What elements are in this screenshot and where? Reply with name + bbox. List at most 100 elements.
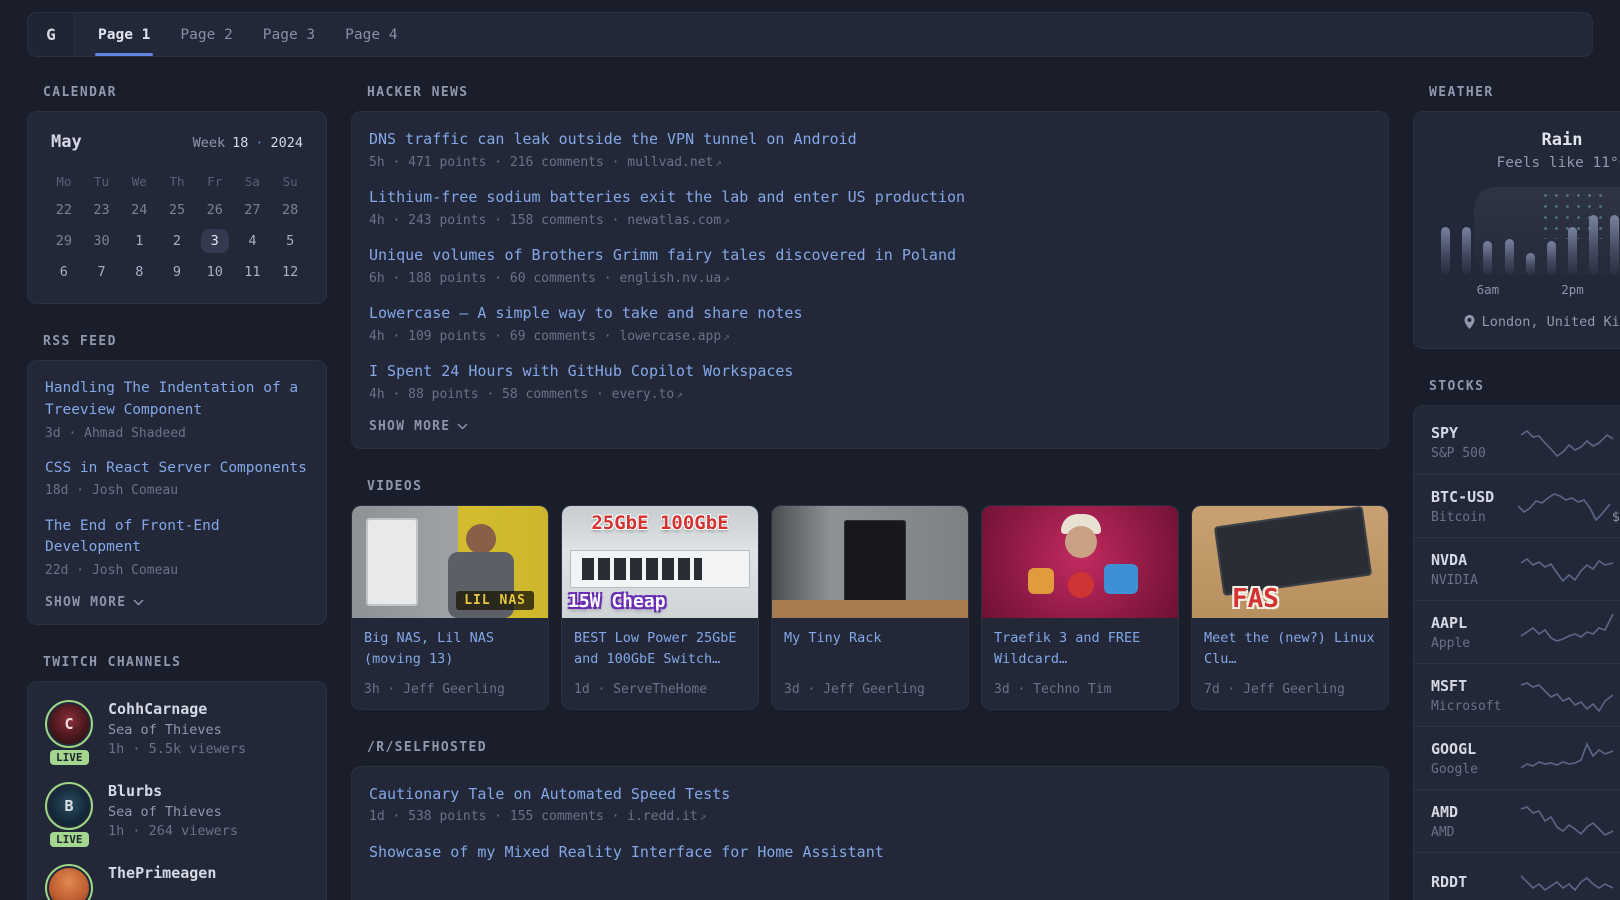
avatar[interactable]: B — [45, 782, 93, 830]
twitch-channel-info: CohhCarnage Sea of Thieves 1h · 5.5k vie… — [108, 700, 246, 757]
video-thumbnail[interactable] — [772, 506, 968, 618]
calendar-day: 28 — [271, 194, 309, 225]
hn-item-meta: 6h · 188 points · 60 comments · english.… — [369, 270, 1371, 288]
video-title-link[interactable]: BEST Low Power 25GbE and 100GbE Switch… — [574, 628, 746, 670]
twitch-channel-link[interactable]: Blurbs — [108, 782, 238, 800]
rss-link[interactable]: CSS in React Server Components — [45, 458, 309, 480]
stock-price: $511.57 — [1615, 446, 1620, 462]
video-thumbnail[interactable]: LIL NAS — [352, 506, 548, 618]
reddit-post-link[interactable]: Showcase of my Mixed Reality Interface f… — [369, 842, 1371, 864]
twitch-channel-link[interactable]: CohhCarnage — [108, 700, 246, 718]
video-title-link[interactable]: Meet the (new?) Linux Clu… — [1204, 628, 1376, 670]
stock-price: $61,725.48 — [1612, 509, 1620, 525]
calendar-grid: Mo Tu We Th Fr Sa Su 22 23 24 25 26 27 2… — [45, 168, 309, 287]
tab-page-3[interactable]: Page 3 — [260, 13, 318, 56]
video-card: LIL NAS Big NAS, Lil NAS (moving 13) 3h … — [351, 505, 549, 710]
weather-location: London, United Kingdom — [1436, 314, 1620, 330]
calendar-day: 10 — [196, 256, 234, 287]
videos-section-label: VIDEOS — [367, 479, 1389, 494]
hn-item: DNS traffic can leak outside the VPN tun… — [369, 129, 1371, 172]
video-thumbnail[interactable] — [982, 506, 1178, 618]
weather-time-label — [1505, 282, 1514, 297]
calendar-day: 12 — [271, 256, 309, 287]
weekday-label: Mo — [45, 168, 83, 194]
stock-sparkline — [1519, 423, 1615, 463]
separator-dot: · — [255, 135, 263, 151]
calendar-section-label: CALENDAR — [43, 85, 327, 100]
stock-row-aapl[interactable]: AAPLApple +6.87%$184.91 — [1414, 600, 1620, 663]
calendar-week-info: Week 18 · 2024 — [193, 135, 303, 151]
external-link-icon: ↗ — [715, 156, 722, 169]
video-title-link[interactable]: My Tiny Rack — [784, 628, 956, 649]
stock-sparkline — [1516, 486, 1612, 526]
tab-page-2[interactable]: Page 2 — [177, 13, 235, 56]
desk-art — [772, 600, 968, 618]
stock-row-rddt[interactable]: RDDT -1.65% — [1414, 852, 1620, 900]
stock-price: $406.43 — [1615, 698, 1620, 714]
hn-show-more-button[interactable]: SHOW MORE — [369, 419, 1371, 434]
video-title-link[interactable]: Big NAS, Lil NAS (moving 13) — [364, 628, 536, 670]
stock-row-spy[interactable]: SPYS&P 500 +1.29%$511.57 — [1414, 411, 1620, 474]
hn-story-link[interactable]: I Spent 24 Hours with GitHub Copilot Wor… — [369, 361, 1371, 383]
stock-row-googl[interactable]: GOOGLGoogle +0.10%$166.78 — [1414, 726, 1620, 789]
stock-row-amd[interactable]: AMDAMD +2.94%$150.45 — [1414, 789, 1620, 852]
rss-link[interactable]: Handling The Indentation of a Treeview C… — [45, 378, 309, 422]
stock-row-btc[interactable]: BTC-USDBitcoin +4.40%$61,725.48 — [1414, 474, 1620, 537]
twitch-game: Sea of Thieves — [108, 722, 246, 738]
rss-item: Handling The Indentation of a Treeview C… — [45, 378, 309, 443]
twitch-section: TWITCH CHANNELS C LIVE CohhCarnage Sea o… — [27, 655, 327, 900]
twitch-channel-link[interactable]: ThePrimeagen — [108, 864, 216, 882]
videos-carousel[interactable]: LIL NAS Big NAS, Lil NAS (moving 13) 3h … — [351, 505, 1389, 710]
stock-ticker: BTC-USD — [1431, 488, 1516, 506]
stocks-section-label: STOCKS — [1429, 379, 1620, 394]
weather-time-label — [1526, 282, 1535, 297]
calendar-day: 22 — [45, 194, 83, 225]
app-logo[interactable]: G — [28, 13, 75, 56]
tab-page-4[interactable]: Page 4 — [342, 13, 400, 56]
stock-row-msft[interactable]: MSFTMicrosoft +2.16%$406.43 — [1414, 663, 1620, 726]
external-link-icon: ↗ — [723, 330, 730, 343]
selfhosted-section: /R/SELFHOSTED Cautionary Tale on Automat… — [351, 740, 1389, 900]
video-title-link[interactable]: Traefik 3 and FREE Wildcard… — [994, 628, 1166, 670]
weekday-label: Fr — [196, 168, 234, 194]
weather-bar — [1526, 187, 1535, 275]
stock-change: +2.94% — [1615, 802, 1620, 820]
external-link-icon: ↗ — [676, 388, 683, 401]
calendar-day: 1 — [120, 225, 158, 256]
switch-ports-art — [582, 558, 702, 580]
rss-link[interactable]: The End of Front-End Development — [45, 516, 309, 560]
selfhosted-section-label: /R/SELFHOSTED — [367, 740, 1389, 755]
reddit-item-meta: 1d · 538 points · 155 comments · i.redd.… — [369, 808, 1371, 826]
twitch-channel-row: C LIVE CohhCarnage Sea of Thieves 1h · 5… — [45, 700, 309, 757]
avatar[interactable] — [45, 864, 93, 900]
top-nav: G Page 1 Page 2 Page 3 Page 4 — [27, 12, 1593, 57]
week-label: Week — [193, 135, 226, 151]
stock-row-nvda[interactable]: NVDANVIDIA +3.52%$888.40 — [1414, 537, 1620, 600]
weekday-label: Sa — [234, 168, 272, 194]
calendar-day: 4 — [234, 225, 272, 256]
rss-item-meta: 22d · Josh Comeau — [45, 562, 309, 580]
avatar[interactable]: C — [45, 700, 93, 748]
weather-hourly-chart: 12° — [1438, 187, 1620, 275]
chevron-down-icon — [457, 423, 468, 430]
weather-bar — [1589, 187, 1598, 275]
rss-show-more-button[interactable]: SHOW MORE — [45, 595, 309, 610]
weather-time-label: 6am — [1483, 282, 1492, 297]
hn-story-link[interactable]: Lowercase – A simple way to take and sha… — [369, 303, 1371, 325]
weather-bar — [1462, 187, 1471, 275]
reddit-item: Showcase of my Mixed Reality Interface f… — [369, 842, 1371, 864]
video-thumbnail[interactable]: FAS — [1192, 506, 1388, 618]
hn-story-link[interactable]: Unique volumes of Brothers Grimm fairy t… — [369, 245, 1371, 267]
stock-ticker: NVDA — [1431, 551, 1519, 569]
video-thumbnail[interactable]: 25GbE 100GbE 15W Cheap — [562, 506, 758, 618]
rss-section: RSS FEED Handling The Indentation of a T… — [27, 334, 327, 625]
calendar-day: 25 — [158, 194, 196, 225]
hn-story-link[interactable]: DNS traffic can leak outside the VPN tun… — [369, 129, 1371, 151]
stock-ticker: AAPL — [1431, 614, 1519, 632]
stock-price: $166.78 — [1615, 761, 1620, 777]
icon-art — [1028, 568, 1054, 594]
rss-item: The End of Front-End Development 22d · J… — [45, 516, 309, 581]
reddit-post-link[interactable]: Cautionary Tale on Automated Speed Tests — [369, 784, 1371, 806]
tab-page-1[interactable]: Page 1 — [95, 13, 153, 56]
hn-story-link[interactable]: Lithium-free sodium batteries exit the l… — [369, 187, 1371, 209]
